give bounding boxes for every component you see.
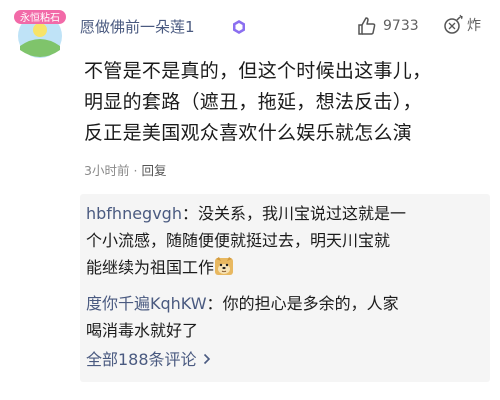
reply-text: 个小流感，随随便便就挺过去，明天川宝就 [86,231,391,250]
chevron-right-icon [203,353,210,365]
reply-button[interactable]: 回复 [141,163,166,178]
zha-button[interactable]: 炸 [442,14,481,36]
reply-colon: ： [181,204,198,223]
comment-line: 不管是不是真的，但这个时候出这事儿， [84,60,432,82]
reply-author[interactable]: 度你千遍KqhKW [86,294,207,313]
timestamp: 3小时前 [84,163,130,178]
thumbs-up-icon [358,17,376,35]
verified-badge-icon [233,20,245,34]
all-comments-link[interactable]: 全部188条评论 [86,346,211,370]
meta-separator: · [133,163,138,178]
comment-line: 明显的套路（遮丑，拖延，想法反击）， [84,91,422,113]
comment-meta: 3小时前 · 回复 [84,160,166,179]
reply-item[interactable]: hbfhnegvgh：没关系，我川宝说过这就是一 个小流感，随随便便就挺过去，明… [86,200,482,281]
reply-colon: ： [206,294,223,313]
avatar-badge-text: 永恒粘石 [20,11,60,24]
like-count: 9733 [383,18,419,34]
reply-text: 喝消毒水就好了 [86,321,199,340]
zha-label: 炸 [467,18,481,34]
comment-header: 永恒粘石 愿做佛前一朵莲1 9733 炸 [12,6,488,58]
comment-line: 反正是美国观众喜欢什么娱乐就怎么演 [84,122,413,144]
reply-text: 没关系，我川宝说过这就是一 [198,204,407,223]
reply-text: 能继续为祖国工作 [86,258,215,277]
username[interactable]: 愿做佛前一朵莲1 [80,16,195,37]
avatar[interactable]: 永恒粘石 [12,6,68,62]
replies-panel: hbfhnegvgh：没关系，我川宝说过这就是一 个小流感，随随便便就挺过去，明… [80,194,490,382]
reply-item[interactable]: 度你千遍KqhKW：你的担心是多余的，人家 喝消毒水就好了 [86,290,482,344]
like-button[interactable]: 9733 [357,16,419,36]
reply-text: 你的担心是多余的，人家 [222,294,399,313]
doge-emoji-icon [215,257,234,275]
reply-author[interactable]: hbfhnegvgh [86,204,182,223]
bomb-icon [444,14,463,34]
avatar-image: 永恒粘石 [14,10,66,58]
all-comments-label: 全部188条评论 [86,350,197,369]
comment-content: 不管是不是真的，但这个时候出这事儿， 明显的套路（遮丑，拖延，想法反击）， 反正… [84,56,484,149]
